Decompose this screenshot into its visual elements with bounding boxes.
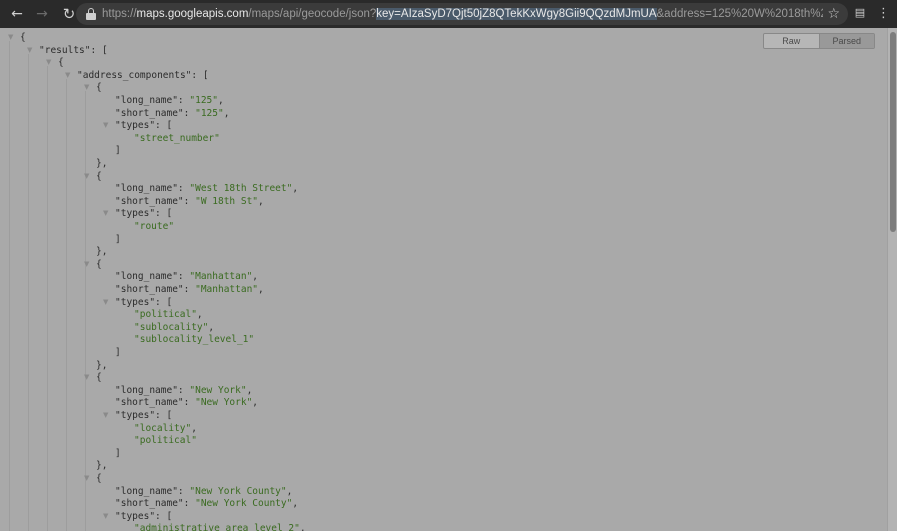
- lock-icon[interactable]: [86, 8, 96, 20]
- json-line: "long_name": "Manhattan",: [115, 271, 259, 283]
- json-line: ]: [115, 145, 121, 157]
- url-text[interactable]: https://maps.googleapis.com/maps/api/geo…: [102, 8, 823, 20]
- json-viewer: Raw Parsed ▼{▼ "results": [▼{▼ "address_co…: [0, 28, 887, 531]
- url-host: maps.googleapis.com: [136, 8, 249, 20]
- json-line: "short_name": "New York County",: [115, 498, 299, 510]
- arrow-right-icon[interactable]: →: [31, 3, 53, 25]
- star-icon[interactable]: ☆: [827, 6, 840, 22]
- collapse-toggle-icon[interactable]: ▼: [46, 56, 51, 69]
- url-query-rest: &address=125%20W%2018th%20St%2C%20New: [656, 8, 824, 20]
- collapse-toggle-icon[interactable]: ▼: [65, 69, 70, 82]
- json-line: "political": [134, 435, 197, 447]
- json-line: "sublocality",: [134, 321, 215, 333]
- json-line: "types": [: [115, 120, 173, 132]
- json-line: {: [96, 258, 102, 270]
- collapse-toggle-icon[interactable]: ▼: [103, 119, 108, 132]
- json-line: "results": [: [39, 44, 108, 56]
- tree-guide-line: [66, 79, 67, 531]
- json-line: "types": [: [115, 510, 173, 522]
- url-scheme: https://: [102, 8, 137, 20]
- url-path: /maps/api/geocode/json?: [248, 8, 377, 20]
- json-line: "long_name": "New York",: [115, 384, 253, 396]
- tree-guide-line: [9, 41, 10, 531]
- json-line: "short_name": "Manhattan",: [115, 284, 264, 295]
- json-line: },: [96, 460, 108, 472]
- json-line: "short_name": "125",: [115, 107, 230, 119]
- collapse-toggle-icon[interactable]: ▼: [103, 510, 108, 523]
- json-line: {: [96, 473, 102, 484]
- json-line: "types": [: [115, 296, 173, 308]
- raw-button[interactable]: Raw: [764, 34, 820, 48]
- json-line: "street_number": [134, 132, 220, 144]
- json-line: {: [20, 32, 26, 43]
- json-line: ]: [115, 347, 121, 358]
- parsed-button[interactable]: Parsed: [819, 34, 874, 48]
- tree-guide-line: [28, 54, 29, 531]
- vertical-scrollbar[interactable]: [887, 28, 897, 531]
- collapse-toggle-icon[interactable]: ▼: [103, 409, 108, 422]
- collapse-toggle-icon[interactable]: ▼: [84, 371, 89, 384]
- json-line: ]: [115, 447, 121, 459]
- address-bar[interactable]: https://maps.googleapis.com/maps/api/geo…: [76, 3, 848, 25]
- json-line: },: [96, 359, 108, 371]
- json-line: "long_name": "New York County",: [115, 485, 293, 497]
- json-line: ]: [115, 233, 121, 245]
- json-line: {: [96, 82, 102, 94]
- arrow-left-icon[interactable]: ←: [6, 3, 28, 25]
- json-line: "short_name": "New York",: [115, 397, 259, 409]
- json-line: "types": [: [115, 410, 173, 421]
- json-line: "long_name": "125",: [115, 95, 224, 106]
- json-line: "locality",: [134, 422, 197, 434]
- view-toggle: Raw Parsed: [763, 33, 875, 49]
- kebab-menu-icon[interactable]: ⋮: [877, 5, 890, 23]
- json-line: },: [96, 246, 108, 258]
- collapse-toggle-icon[interactable]: ▼: [84, 258, 89, 271]
- json-line: "short_name": "W 18th St",: [115, 195, 264, 207]
- tree-guide-line: [85, 91, 86, 531]
- json-line: "long_name": "West 18th Street",: [115, 183, 299, 195]
- collapse-toggle-icon[interactable]: ▼: [84, 472, 89, 485]
- browser-toolbar: ← → ↻ https://maps.googleapis.com/maps/a…: [0, 0, 897, 28]
- collapse-toggle-icon[interactable]: ▼: [103, 296, 108, 309]
- json-line: "types": [: [115, 208, 173, 220]
- json-line: "route": [134, 221, 175, 232]
- json-line: {: [58, 57, 64, 69]
- collapse-toggle-icon[interactable]: ▼: [84, 170, 89, 183]
- collapse-toggle-icon[interactable]: ▼: [27, 44, 32, 57]
- json-line: {: [96, 170, 102, 182]
- collapse-toggle-icon[interactable]: ▼: [8, 31, 13, 44]
- json-line: },: [96, 158, 108, 169]
- json-line: "address_components": [: [77, 69, 209, 81]
- collapse-toggle-icon[interactable]: ▼: [84, 81, 89, 94]
- json-line: {: [96, 372, 102, 384]
- incognito-extension-icon[interactable]: ▤: [853, 6, 867, 22]
- json-line: "administrative_area_level_2",: [134, 523, 306, 531]
- url-selected-text: key=AIzaSyD7Qjt50jZ8QTekKxWgy8Gii9QQzdMJ…: [376, 8, 657, 20]
- json-line: "political",: [134, 309, 203, 321]
- json-line: "sublocality_level_1": [134, 334, 255, 346]
- tree-guide-line: [47, 66, 48, 531]
- collapse-toggle-icon[interactable]: ▼: [103, 207, 108, 220]
- scrollbar-thumb[interactable]: [890, 32, 896, 232]
